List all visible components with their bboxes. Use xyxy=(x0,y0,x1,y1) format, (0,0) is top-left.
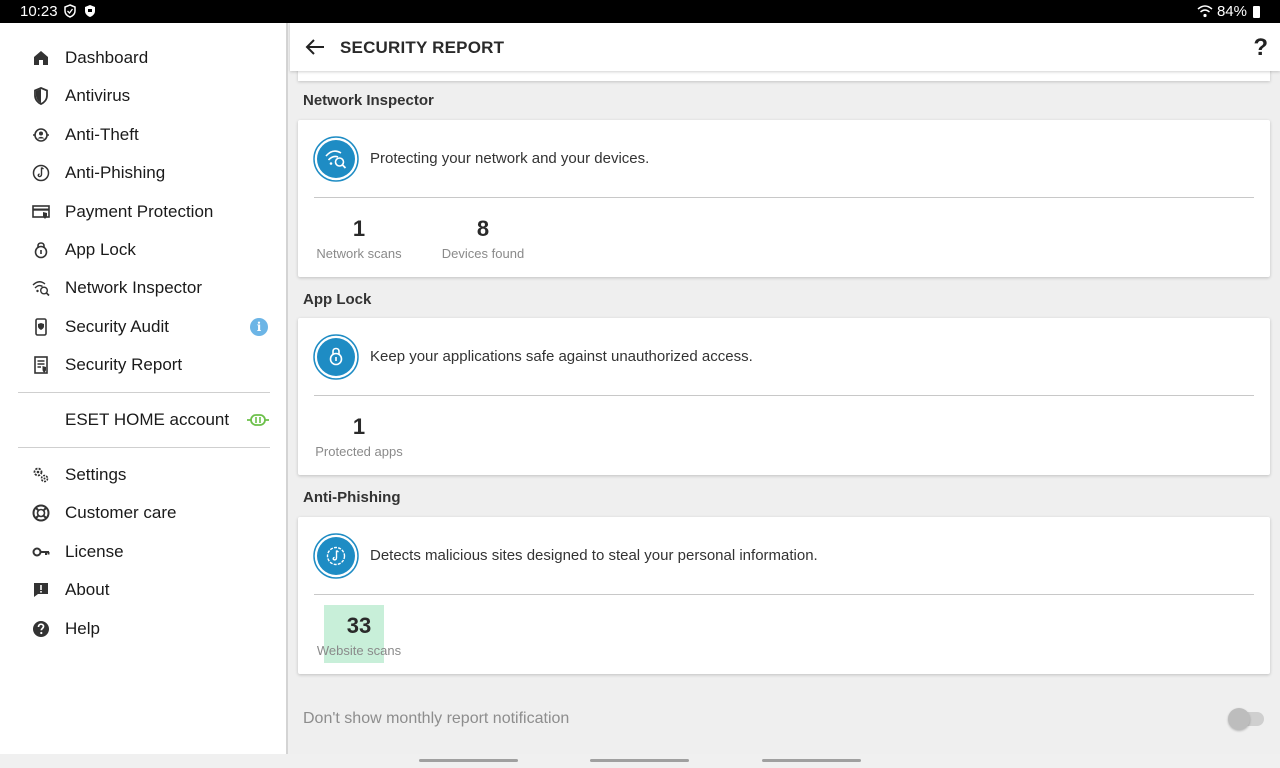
network-inspector-card: Protecting your network and your devices… xyxy=(298,120,1270,277)
stat-protected-apps: 1 Protected apps xyxy=(314,414,404,459)
sidebar-item-app-lock[interactable]: App Lock xyxy=(0,232,286,268)
navigation-drawer: Dashboard Antivirus Anti-Theft Anti-Phis… xyxy=(0,23,288,754)
app-lock-feature-icon xyxy=(313,334,359,380)
home-icon xyxy=(34,51,48,65)
anti-phishing-feature-icon xyxy=(313,533,359,579)
stat-devices-found: 8 Devices found xyxy=(438,216,528,261)
report-content[interactable]: Network Inspector Protecting your networ… xyxy=(290,71,1280,754)
app-bar: SECURITY REPORT ? xyxy=(290,23,1280,71)
sidebar-item-label: ESET HOME account xyxy=(65,410,230,429)
wifi-icon xyxy=(1197,5,1213,18)
eset-status-icon xyxy=(85,5,95,17)
help-icon xyxy=(33,621,49,637)
network-inspector-feature-icon xyxy=(313,136,359,182)
battery-icon xyxy=(1253,5,1260,18)
stat-value: 1 xyxy=(352,414,366,439)
about-icon xyxy=(34,583,48,597)
sidebar-item-security-audit[interactable]: Security Audit i xyxy=(0,309,286,345)
sidebar-item-label: Anti-Theft xyxy=(65,125,139,144)
payment-protection-icon xyxy=(32,205,50,219)
nav-back-pill[interactable] xyxy=(419,759,518,762)
stat-value: 1 xyxy=(352,216,366,241)
help-button[interactable]: ? xyxy=(1253,34,1268,62)
lifebuoy-icon xyxy=(32,504,50,522)
stat-label: Network scans xyxy=(316,246,402,261)
sidebar-item-label: Customer care xyxy=(65,503,177,522)
app-lock-card: Keep your applications safe against unau… xyxy=(298,318,1270,475)
monthly-notification-toggle-row[interactable]: Don't show monthly report notification xyxy=(290,703,1280,733)
sidebar-divider xyxy=(18,392,270,393)
connected-link-icon xyxy=(247,414,269,426)
toggle-switch-thumb[interactable] xyxy=(1228,708,1250,730)
system-navigation-bar xyxy=(0,754,1280,768)
anti-phishing-description: Detects malicious sites designed to stea… xyxy=(370,547,818,564)
sidebar-item-license[interactable]: License xyxy=(0,534,286,570)
anti-phishing-card: Detects malicious sites designed to stea… xyxy=(298,517,1270,674)
security-audit-icon xyxy=(35,318,47,336)
sidebar-item-label: Payment Protection xyxy=(65,202,214,221)
card-separator xyxy=(314,197,1254,198)
sidebar-item-label: Network Inspector xyxy=(65,278,202,297)
sidebar-divider xyxy=(18,447,270,448)
sidebar-item-label: License xyxy=(65,542,124,561)
sidebar-item-network-inspector[interactable]: Network Inspector xyxy=(0,270,286,306)
sidebar-item-help[interactable]: Help xyxy=(0,611,286,647)
sidebar-item-label: App Lock xyxy=(65,240,136,259)
stat-label: Protected apps xyxy=(315,444,403,459)
key-icon xyxy=(32,547,50,557)
page-title: SECURITY REPORT xyxy=(340,38,505,57)
sidebar-item-label: Settings xyxy=(65,465,127,484)
card-separator xyxy=(314,395,1254,396)
stat-label: Website scans xyxy=(316,643,402,658)
sidebar-item-anti-theft[interactable]: Anti-Theft xyxy=(0,117,286,153)
sidebar-item-about[interactable]: About xyxy=(0,572,286,608)
stat-website-scans[interactable]: 33 Website scans xyxy=(314,613,404,658)
previous-card-edge xyxy=(298,71,1270,81)
info-badge-icon[interactable]: i xyxy=(250,318,268,336)
stat-network-scans: 1 Network scans xyxy=(316,216,402,261)
network-inspector-description: Protecting your network and your devices… xyxy=(370,150,650,167)
sidebar-item-label: Help xyxy=(65,619,100,638)
battery-level: 84% xyxy=(1216,3,1247,20)
sidebar-item-anti-phishing[interactable]: Anti-Phishing xyxy=(0,155,286,191)
sidebar-item-label: Security Report xyxy=(65,355,183,374)
shield-icon xyxy=(34,87,48,105)
section-title-network-inspector: Network Inspector xyxy=(303,92,434,109)
stat-value: 8 xyxy=(476,216,490,241)
section-title-app-lock: App Lock xyxy=(303,291,372,308)
card-separator xyxy=(314,594,1254,595)
sidebar-item-settings[interactable]: Settings xyxy=(0,457,286,493)
sidebar-item-label: Antivirus xyxy=(65,86,131,105)
toggle-label: Don't show monthly report notification xyxy=(303,710,570,727)
status-right: 84% xyxy=(1197,3,1260,20)
sidebar-item-security-report[interactable]: Security Report xyxy=(0,347,286,383)
stat-value: 33 xyxy=(346,613,372,638)
back-arrow-icon[interactable] xyxy=(304,36,326,58)
anti-phishing-icon xyxy=(32,164,50,182)
sidebar-item-payment-protection[interactable]: Payment Protection xyxy=(0,194,286,230)
sidebar-item-label: Dashboard xyxy=(65,48,149,67)
sidebar-item-label: Security Audit xyxy=(65,317,169,336)
sidebar-item-label: Anti-Phishing xyxy=(65,163,166,182)
sidebar-item-customer-care[interactable]: Customer care xyxy=(0,495,286,531)
report-icon xyxy=(34,356,48,374)
stat-label: Devices found xyxy=(441,246,525,261)
sidebar-item-dashboard[interactable]: Dashboard xyxy=(0,40,286,76)
settings-icon xyxy=(33,467,49,483)
lock-icon xyxy=(34,242,48,259)
sidebar-item-label: About xyxy=(65,580,110,599)
shield-status-icon xyxy=(64,4,76,18)
app-lock-description: Keep your applications safe against unau… xyxy=(370,348,753,365)
status-bar: 10:23 84% xyxy=(0,0,1280,23)
section-title-anti-phishing: Anti-Phishing xyxy=(303,489,401,506)
nav-recents-pill[interactable] xyxy=(762,759,861,762)
network-icon xyxy=(32,281,50,297)
sidebar-item-eset-home-account[interactable]: ESET HOME account xyxy=(0,402,286,438)
status-time: 10:23 xyxy=(20,3,58,20)
sidebar-item-antivirus[interactable]: Antivirus xyxy=(0,78,286,114)
anti-theft-icon xyxy=(33,128,49,142)
nav-home-pill[interactable] xyxy=(590,759,689,762)
